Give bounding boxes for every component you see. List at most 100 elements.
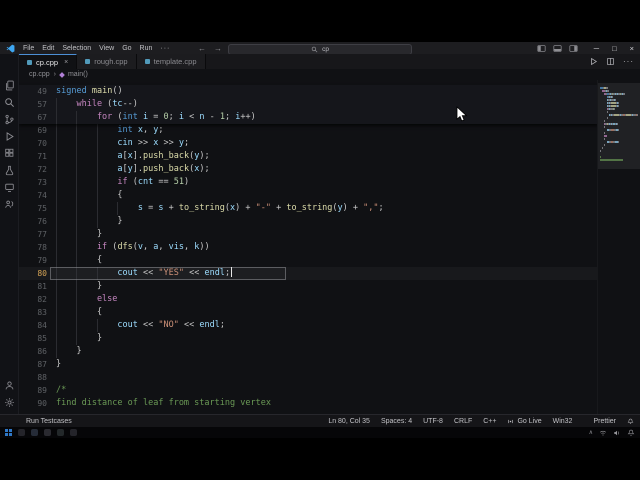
explorer-icon[interactable] xyxy=(4,80,15,91)
line-number[interactable]: 67 xyxy=(19,111,56,124)
minimap[interactable] xyxy=(597,80,640,414)
menu-go[interactable]: Go xyxy=(122,45,131,52)
code-line-83[interactable]: 83{ xyxy=(19,306,640,319)
code-line-87[interactable]: 87} xyxy=(19,358,640,371)
menu-overflow[interactable]: ··· xyxy=(160,45,170,52)
tab-template.cpp[interactable]: template.cpp xyxy=(136,54,206,69)
forward-arrow-icon[interactable]: → xyxy=(214,44,222,53)
search-icon[interactable] xyxy=(4,97,15,108)
line-number[interactable]: 86 xyxy=(19,345,56,358)
code-editor[interactable]: 49 signed main() 57 while (tc--) 67 for (int … xyxy=(19,80,640,414)
line-number[interactable]: 70 xyxy=(19,137,56,150)
tab-rough.cpp[interactable]: rough.cpp xyxy=(77,54,137,69)
status-go-live[interactable]: Go Live xyxy=(507,418,542,425)
settings-gear-icon[interactable] xyxy=(4,397,15,408)
code-line-74[interactable]: 74{ xyxy=(19,189,640,202)
code-line-76[interactable]: 76} xyxy=(19,215,640,228)
line-number[interactable]: 69 xyxy=(19,124,56,137)
status-notification-bell-icon[interactable] xyxy=(627,418,634,425)
code-line-80[interactable]: 80 cout << "YES" << endl; xyxy=(19,267,640,280)
tray-volume-icon[interactable] xyxy=(613,429,621,437)
tab-cp.cpp[interactable]: cp.cpp × xyxy=(19,54,78,69)
taskbar-app-icon[interactable] xyxy=(44,429,51,436)
code-line-78[interactable]: 78 if (dfs(v, a, vis, k)) xyxy=(19,241,640,254)
line-number[interactable]: 88 xyxy=(19,371,56,384)
code-line-57[interactable]: 57 while (tc--) xyxy=(19,98,598,111)
taskbar-app-icon[interactable] xyxy=(31,429,38,436)
back-arrow-icon[interactable]: ← xyxy=(198,44,206,53)
taskbar-app-icon[interactable] xyxy=(57,429,64,436)
run-file-icon[interactable] xyxy=(589,57,598,66)
code-line-49[interactable]: 49 signed main() xyxy=(19,85,598,98)
account-icon[interactable] xyxy=(4,380,15,391)
line-number[interactable]: 75 xyxy=(19,202,56,215)
code-line-69[interactable]: 69 int x, y; xyxy=(19,124,640,137)
code-line-84[interactable]: 84 cout << "NO" << endl; xyxy=(19,319,640,332)
line-number[interactable]: 71 xyxy=(19,150,56,163)
windows-start-icon[interactable] xyxy=(5,429,12,436)
line-number[interactable]: 74 xyxy=(19,189,56,202)
status-utf-8[interactable]: UTF-8 xyxy=(423,418,443,425)
line-number[interactable]: 78 xyxy=(19,241,56,254)
notification-bell-icon[interactable] xyxy=(627,429,635,437)
breadcrumb-symbol[interactable]: main() xyxy=(68,71,88,78)
tray-chevron-icon[interactable]: ∧ xyxy=(589,430,593,436)
line-number[interactable]: 82 xyxy=(19,293,56,306)
remote-icon[interactable] xyxy=(4,182,15,193)
liveshare-icon[interactable] xyxy=(4,199,15,210)
taskbar-app-icon[interactable] xyxy=(70,429,77,436)
source-control-icon[interactable] xyxy=(4,114,15,125)
status-crlf[interactable]: CRLF xyxy=(454,418,472,425)
status-win32[interactable]: Win32 xyxy=(553,418,573,425)
toggle-panel-icon[interactable] xyxy=(553,44,562,53)
breadcrumb-file[interactable]: cp.cpp xyxy=(29,71,50,78)
menu-file[interactable]: File xyxy=(23,45,34,52)
line-number[interactable]: 83 xyxy=(19,306,56,319)
toggle-secondary-sidebar-icon[interactable] xyxy=(569,44,578,53)
more-actions-icon[interactable]: ··· xyxy=(623,57,634,66)
minimize-icon[interactable]: ─ xyxy=(594,44,599,53)
code-line-90[interactable]: 90 find distance of leaf from starting ve… xyxy=(19,397,640,410)
status-c[interactable]: C++ xyxy=(483,418,496,425)
close-icon[interactable]: × xyxy=(630,44,634,53)
menu-run[interactable]: Run xyxy=(140,45,153,52)
split-editor-icon[interactable] xyxy=(606,57,615,66)
line-number[interactable]: 81 xyxy=(19,280,56,293)
menu-edit[interactable]: Edit xyxy=(42,45,54,52)
line-number[interactable]: 89 xyxy=(19,384,56,397)
maximize-icon[interactable]: □ xyxy=(612,44,617,53)
status-prettier[interactable]: Prettier xyxy=(583,418,616,425)
line-number[interactable]: 57 xyxy=(19,98,56,111)
line-number[interactable]: 85 xyxy=(19,332,56,345)
menu-selection[interactable]: Selection xyxy=(62,45,91,52)
line-number[interactable]: 49 xyxy=(19,85,56,98)
line-number[interactable]: 84 xyxy=(19,319,56,332)
code-line-75[interactable]: 75 s = s + to_string(x) + "-" + to_string… xyxy=(19,202,640,215)
code-line-67[interactable]: 67 for (int i = 0; i < n - 1; i++) xyxy=(19,111,598,124)
line-number[interactable]: 77 xyxy=(19,228,56,241)
line-number[interactable]: 90 xyxy=(19,397,56,410)
code-line-72[interactable]: 72 a[y].push_back(x); xyxy=(19,163,640,176)
run-debug-icon[interactable] xyxy=(4,131,15,142)
code-line-79[interactable]: 79{ xyxy=(19,254,640,267)
line-number[interactable]: 76 xyxy=(19,215,56,228)
line-number[interactable]: 72 xyxy=(19,163,56,176)
code-line-85[interactable]: 85} xyxy=(19,332,640,345)
line-number[interactable]: 79 xyxy=(19,254,56,267)
toggle-sidebar-icon[interactable] xyxy=(537,44,546,53)
menu-view[interactable]: View xyxy=(99,45,114,52)
code-line-89[interactable]: 89/* xyxy=(19,384,640,397)
status-run-testcases[interactable]: Run Testcases xyxy=(26,418,72,425)
tray-network-icon[interactable] xyxy=(599,429,607,437)
status-ln-80-col-35[interactable]: Ln 80, Col 35 xyxy=(328,418,370,425)
taskbar-app-icon[interactable] xyxy=(18,429,25,436)
command-center[interactable]: cp xyxy=(228,43,412,55)
line-number[interactable]: 87 xyxy=(19,358,56,371)
code-line-82[interactable]: 82 else xyxy=(19,293,640,306)
extensions-icon[interactable] xyxy=(4,148,15,159)
code-line-86[interactable]: 86} xyxy=(19,345,640,358)
close-tab-icon[interactable]: × xyxy=(64,59,68,66)
code-line-88[interactable]: 88 xyxy=(19,371,640,384)
code-line-81[interactable]: 81} xyxy=(19,280,640,293)
status-spaces-4[interactable]: Spaces: 4 xyxy=(381,418,412,425)
